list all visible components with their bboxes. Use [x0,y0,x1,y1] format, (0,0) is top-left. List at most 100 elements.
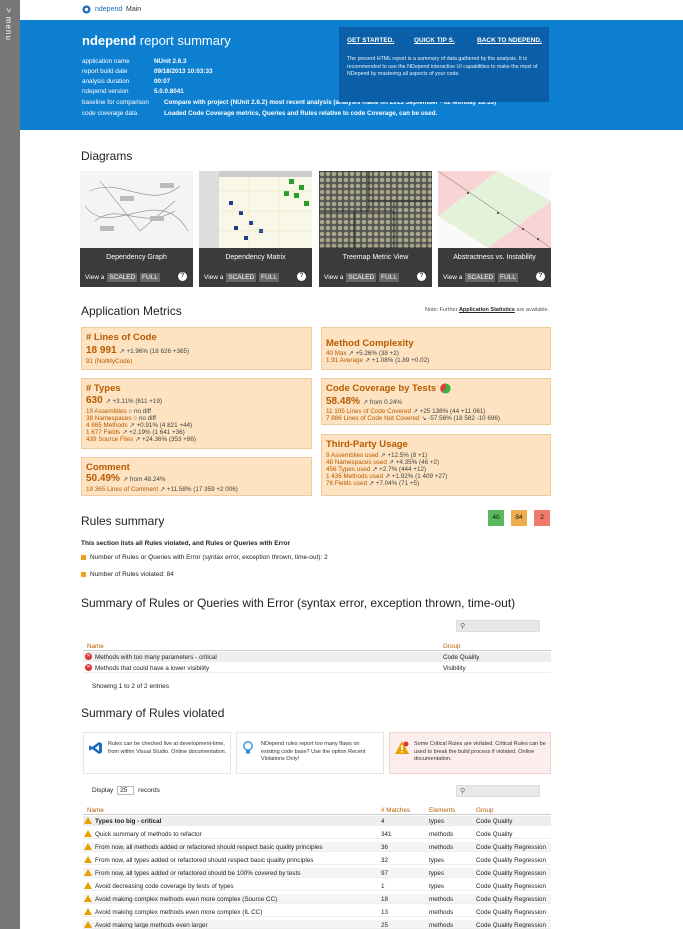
metric-line: 7 886 Lines of Code Not Covered ↘ -57.56… [326,415,501,422]
critical-warning-icon [395,741,409,754]
metric-value: 58.48% ↗ from 0.24% [326,396,402,407]
visual-studio-icon [89,742,102,754]
table-row[interactable]: Avoid making large methods even larger 25… [83,920,551,929]
scaled-button[interactable]: SCALED [226,273,257,282]
rules-violated-count[interactable]: Number of Rules violated: 84 [90,571,174,578]
diagram-abstractness-instability[interactable]: Abstractness vs. Instability View a SCAL… [438,171,551,287]
table-row[interactable]: Avoid making complex methods even more c… [83,894,551,904]
metric-line: 38 Namespaces ○ no diff [86,415,156,422]
quick-tips-link[interactable]: QUICK TIP S. [414,37,455,44]
metric-line: 1.91 Average ↗ +1.08% (1.89 +0.02) [326,357,430,364]
rules-warning-badge[interactable]: 84 [511,510,527,526]
metric-line: 9 Assemblies used ↗ +12.5% (8 +1) [326,452,428,459]
top-bar: ndepend Main [20,0,683,20]
dependency-graph-image[interactable] [80,171,193,248]
diagrams-heading: Diagrams [81,149,133,163]
table-row[interactable]: From now, all types added or refactored … [83,868,551,878]
metric-line: 11 105 Lines of Code Covered ↗ +25 138% … [326,408,486,415]
info-box-critical-rules: Some Critical Rules are violated. Critic… [389,732,551,774]
metric-line: 76 Fields used ↗ +7.04% (71 +5) [326,480,420,487]
metric-line: 19 Assemblies ○ no diff [86,408,151,415]
diagram-caption: Dependency Graph [106,254,167,261]
errors-heading: Summary of Rules or Queries with Error (… [81,596,516,610]
help-icon[interactable]: ? [178,272,187,281]
metric-line: 19 365 Lines of Comment ↗ +11.58% (17 35… [86,486,238,493]
coverage-pie-icon [440,383,451,394]
help-icon[interactable]: ? [417,272,426,281]
table-header: Name # Matches Elements Group [83,805,551,815]
diagram-treemap[interactable]: Treemap Metric View View a SCALED FULL ? [319,171,432,287]
errors-search-input[interactable]: ⚲ [456,620,540,632]
nav-description: The present HTML report is a summary of … [347,56,538,77]
rules-critical-badge[interactable]: 2 [534,510,550,526]
full-button[interactable]: FULL [379,273,399,282]
search-icon: ⚲ [460,623,466,630]
metric-title: Code Coverage by Tests [326,383,437,394]
side-menu-label[interactable]: > menu [4,8,13,41]
treemap-image[interactable] [319,171,432,248]
main-link[interactable]: Main [126,6,141,13]
error-icon: ✕ [85,653,92,660]
info-box-visual-studio: Rules can be checked live at development… [83,732,231,774]
scaled-button[interactable]: SCALED [346,273,377,282]
metric-value: 50.49% ↗ from 48.24% [86,473,166,484]
application-statistics-link[interactable]: Application Statistics [459,307,515,313]
diagram-dependency-matrix[interactable]: Dependency Matrix View a SCALED FULL ? [199,171,312,287]
metric-comment: Comment 50.49% ↗ from 48.24% 19 365 Line… [81,457,312,496]
metric-title: Comment [86,462,130,473]
table-row[interactable]: Avoid making complex methods even more c… [83,907,551,917]
scaled-button[interactable]: SCALED [107,273,138,282]
metrics-note: Note: Further Application Statistics are… [425,307,550,313]
rules-summary-heading: Rules summary [81,514,165,528]
metric-line: 1 677 Fields ↗ +2.19% (1 641 +36) [86,429,185,436]
view-options: View a SCALED FULL [324,273,399,282]
diagram-caption: Dependency Matrix [225,254,286,261]
table-row[interactable]: ✕ Methods that could have a lower visibil… [83,663,551,673]
violated-search-input[interactable]: ⚲ [456,785,540,797]
warning-icon [84,830,92,837]
rules-errors-count[interactable]: Number of Rules or Queries with Error (s… [90,554,328,561]
get-started-link[interactable]: GET STARTED. [347,37,394,44]
diagram-dependency-graph[interactable]: Dependency Graph View a SCALED FULL ? [80,171,193,287]
metric-line: 40 Max ↗ +5.26% (38 +2) [326,350,399,357]
warning-icon [84,817,92,824]
search-icon: ⚲ [460,788,466,795]
records-dropdown[interactable]: 25 [117,786,135,795]
scaled-button[interactable]: SCALED [465,273,496,282]
full-button[interactable]: FULL [140,273,160,282]
table-row[interactable]: From now, all types added or refactored … [83,855,551,865]
info-text: Some Critical Rules are violated. Critic… [414,741,546,762]
metric-line: 48 Namespaces used ↗ +4.35% (46 +2) [326,459,440,466]
info-row: code coverage data Loaded Code Coverage m… [82,110,438,117]
display-records: Display 25 records [92,786,160,795]
table-row[interactable]: Avoid decreasing code coverage by tests … [83,881,551,891]
metric-title: Third-Party Usage [326,439,408,450]
diagram-caption: Abstractness vs. Instability [453,254,536,261]
info-row: ndepend version 5.0.0.8041 [82,88,184,95]
table-header: Name Group [83,641,551,651]
table-row[interactable]: Quick summary of methods to refactor 341 m… [83,829,551,839]
help-icon[interactable]: ? [297,272,306,281]
metric-method-complexity: Method Complexity 40 Max ↗ +5.26% (38 +2… [321,327,551,370]
table-row[interactable]: ✕ Methods with too many parameters - crit… [83,652,551,662]
metrics-heading: Application Metrics [81,304,182,318]
dependency-matrix-image[interactable] [199,171,312,248]
back-to-ndepend-link[interactable]: BACK TO NDEPEND. [477,37,542,44]
table-row[interactable]: Types too big - critical 4 types Code Quali… [83,816,551,826]
full-button[interactable]: FULL [498,273,518,282]
abstractness-image[interactable] [438,171,551,248]
bullet-icon [81,572,86,577]
side-menu[interactable]: > menu [0,0,20,929]
help-icon[interactable]: ? [536,272,545,281]
metric-third-party: Third-Party Usage 9 Assemblies used ↗ +1… [321,434,551,496]
info-row: application name NUnit 2.6.3 [82,58,187,65]
info-row: report build date 09/18/2013 10:03:33 [82,68,213,75]
full-button[interactable]: FULL [259,273,279,282]
table-row[interactable]: From now, all methods added or refactore… [83,842,551,852]
errors-showing-info: Showing 1 to 2 of 2 entries [92,683,169,690]
view-options: View a SCALED FULL [204,273,279,282]
brand-link[interactable]: ndepend [95,6,122,13]
rules-ok-badge[interactable]: 40 [488,510,504,526]
metric-value: 630 ↗ +3.11% (611 +19) [86,395,162,406]
metric-line: 456 Types used ↗ +2.7% (444 +12) [326,466,427,473]
